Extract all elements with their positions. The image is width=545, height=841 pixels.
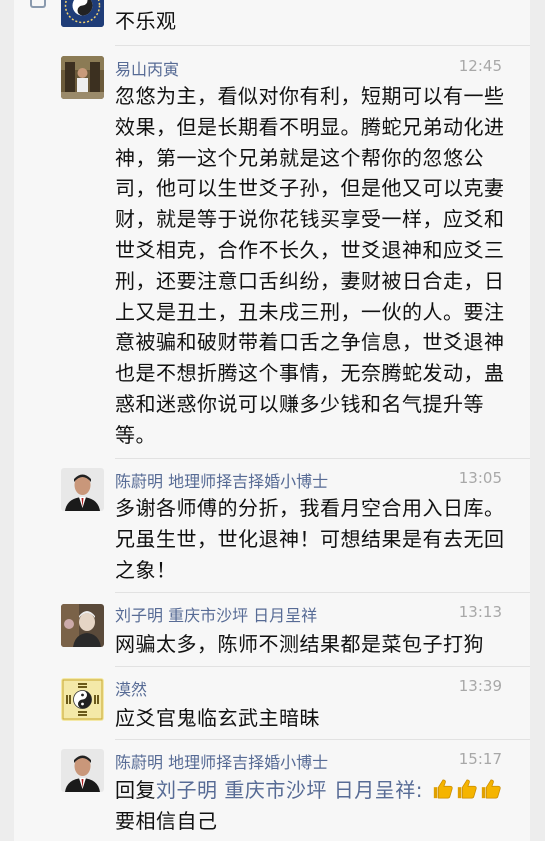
person-photo-icon xyxy=(61,468,104,511)
avatar[interactable] xyxy=(61,0,104,27)
message-time: 15:17 xyxy=(458,750,502,768)
divider xyxy=(115,592,530,593)
reply-mention[interactable]: 刘子明 重庆市沙坪 日月呈祥 xyxy=(156,778,416,802)
message-time: 13:13 xyxy=(458,603,502,621)
person-photo-icon xyxy=(61,749,104,792)
sender-name[interactable]: 易山丙寅 xyxy=(115,56,179,80)
thumbs-up-icon xyxy=(457,779,477,799)
avatar[interactable] xyxy=(61,678,104,721)
message-icon[interactable] xyxy=(30,0,46,8)
message-text: 网骗太多，陈师不测结果都是菜包子打狗 xyxy=(115,632,484,656)
message-text: 要相信自己 xyxy=(115,809,218,833)
yin-yang-avatar-icon xyxy=(61,678,104,721)
sender-name[interactable]: 刘子明 重庆市沙坪 日月呈祥 xyxy=(115,602,317,626)
sender-name[interactable]: 陈蔚明 地理师择吉择婚小博士 xyxy=(115,468,328,492)
message-text: 多谢各师傅的分折，我看月空合用入日库。兄虽生世，世化退神！可想结果是有去无回之象… xyxy=(115,496,505,582)
message-text: 应爻官鬼临玄武主暗昧 xyxy=(115,706,320,730)
message-text: 忽悠为主，看似对你有利，短期可以有一些效果，但是长期看不明显。腾蛇兄弟动化进神，… xyxy=(115,84,505,447)
avatar[interactable] xyxy=(61,604,104,647)
divider xyxy=(115,458,530,459)
sender-name[interactable]: 陈蔚明 地理师择吉择婚小博士 xyxy=(115,749,328,773)
avatar[interactable] xyxy=(61,468,104,511)
sender-name[interactable]: 漠然 xyxy=(115,676,147,700)
reply-colon: : xyxy=(415,778,423,802)
message-time: 13:05 xyxy=(458,469,502,487)
bagua-avatar-icon xyxy=(61,0,104,27)
reply-line: 回复刘子明 重庆市沙坪 日月呈祥: xyxy=(115,775,519,806)
avatar[interactable] xyxy=(61,749,104,792)
person-photo-icon xyxy=(61,56,104,99)
message-time: 13:39 xyxy=(458,677,502,695)
message-text: 不乐观 xyxy=(115,9,177,33)
reply-prefix: 回复 xyxy=(115,778,156,802)
divider xyxy=(115,45,530,46)
thumbs-up-icon xyxy=(481,779,501,799)
divider xyxy=(115,739,530,740)
thumbs-up-icon xyxy=(433,779,453,799)
divider xyxy=(115,666,530,667)
message-time: 12:45 xyxy=(458,57,502,75)
person-photo-icon xyxy=(61,604,104,647)
chat-history: 不乐观 易山丙寅 12:45 忽悠为主，看似对你有利，短期可以有一些效果，但是长… xyxy=(14,0,530,841)
avatar[interactable] xyxy=(61,56,104,99)
